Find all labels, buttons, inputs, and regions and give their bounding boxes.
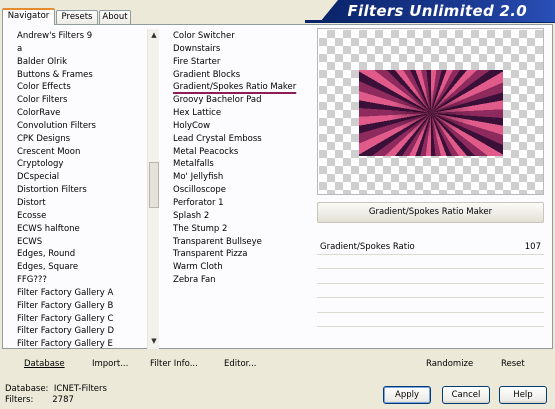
- reset-button[interactable]: Reset: [501, 359, 525, 369]
- scrollbar-thumb[interactable]: [149, 162, 159, 208]
- filter-info-button[interactable]: Filter Info...: [150, 359, 198, 369]
- list-item[interactable]: Warm Cloth: [173, 261, 308, 274]
- list-item[interactable]: ECWS: [17, 236, 145, 249]
- randomize-label: Randomize: [426, 359, 474, 369]
- parameter-value[interactable]: 107: [525, 242, 541, 252]
- list-item[interactable]: Gradient Blocks: [173, 69, 308, 82]
- parameter-label: Gradient/Spokes Ratio: [320, 242, 415, 252]
- import-label: Import...: [92, 359, 129, 369]
- scroll-up-arrow-icon[interactable]: ▲: [148, 29, 160, 41]
- scroll-down-arrow-icon[interactable]: ▼: [148, 335, 160, 347]
- parameter-row-empty: [317, 284, 544, 298]
- category-list[interactable]: Andrew's Filters 9 a Balder Olrik Button…: [17, 30, 145, 348]
- list-item-selected[interactable]: Filter Factory Gallery E: [17, 338, 145, 348]
- list-item[interactable]: Distortion Filters: [17, 184, 145, 197]
- parameter-list: Gradient/Spokes Ratio 107: [317, 240, 544, 340]
- list-item[interactable]: Metal Peacocks: [173, 146, 308, 159]
- database-button[interactable]: Database: [24, 359, 65, 369]
- list-item[interactable]: Andrew's Filters 9: [17, 30, 145, 43]
- tab-about[interactable]: About: [99, 10, 131, 24]
- list-item[interactable]: Edges, Round: [17, 248, 145, 261]
- list-item[interactable]: Oscilloscope: [173, 184, 308, 197]
- filters-count-value: 2787: [52, 395, 74, 405]
- list-item[interactable]: Balder Olrik: [17, 56, 145, 69]
- list-item[interactable]: Crescent Moon: [17, 146, 145, 159]
- help-button[interactable]: Help: [499, 386, 547, 404]
- tab-navigator[interactable]: Navigator: [2, 8, 55, 25]
- filter-info-label: Filter Info...: [150, 359, 198, 369]
- apply-button[interactable]: Apply: [383, 386, 431, 404]
- parameter-row-empty: [317, 313, 544, 327]
- app-title-banner: Filters Unlimited 2.0: [320, 0, 555, 22]
- database-info-label: Database:: [5, 384, 49, 394]
- list-item-selected[interactable]: Gradient/Spokes Ratio Maker: [173, 81, 308, 94]
- list-item[interactable]: Filter Factory Gallery C: [17, 313, 145, 326]
- list-item[interactable]: Distort: [17, 197, 145, 210]
- list-item[interactable]: HolyCow: [173, 120, 308, 133]
- list-item[interactable]: Filter Factory Gallery B: [17, 300, 145, 313]
- list-item[interactable]: Transparent Bullseye: [173, 236, 308, 249]
- list-item[interactable]: Buttons & Frames: [17, 69, 145, 82]
- list-item[interactable]: Splash 2: [173, 210, 308, 223]
- list-item[interactable]: Zebra Fan: [173, 274, 308, 287]
- list-item[interactable]: Ecosse: [17, 210, 145, 223]
- list-item[interactable]: Color Switcher: [173, 30, 308, 43]
- database-label: Database: [24, 359, 65, 369]
- list-item[interactable]: Filter Factory Gallery A: [17, 287, 145, 300]
- randomize-button[interactable]: Randomize: [426, 359, 473, 369]
- reset-label: Reset: [501, 359, 525, 369]
- list-item[interactable]: Fire Starter: [173, 56, 308, 69]
- category-scrollbar[interactable]: ▲ ▼: [147, 29, 159, 349]
- list-item[interactable]: Mo' Jellyfish: [173, 171, 308, 184]
- list-item[interactable]: FFG???: [17, 274, 145, 287]
- list-item[interactable]: Convolution Filters: [17, 120, 145, 133]
- list-item[interactable]: Groovy Bachelor Pad: [173, 94, 308, 107]
- list-item[interactable]: Color Filters: [17, 94, 145, 107]
- editor-label: Editor...: [224, 359, 257, 369]
- list-item[interactable]: Color Effects: [17, 81, 145, 94]
- list-item[interactable]: Metalfalls: [173, 158, 308, 171]
- list-item[interactable]: ColorRave: [17, 107, 145, 120]
- list-item[interactable]: Filter Factory Gallery D: [17, 325, 145, 338]
- list-item[interactable]: Transparent Pizza: [173, 248, 308, 261]
- editor-button[interactable]: Editor...: [224, 359, 256, 369]
- list-item[interactable]: DCspecial: [17, 171, 145, 184]
- list-item[interactable]: Lead Crystal Emboss: [173, 133, 308, 146]
- filter-name-bar: Gradient/Spokes Ratio Maker: [317, 202, 544, 223]
- database-info-value: ICNET-Filters: [53, 384, 107, 394]
- import-button[interactable]: Import...: [92, 359, 128, 369]
- list-item[interactable]: Edges, Square: [17, 261, 145, 274]
- list-item[interactable]: CPK Designs: [17, 133, 145, 146]
- preview-image: [359, 70, 503, 156]
- list-item[interactable]: a: [17, 43, 145, 56]
- filter-list[interactable]: Color Switcher Downstairs Fire Starter G…: [173, 30, 308, 287]
- parameter-row-empty: [317, 269, 544, 284]
- list-item[interactable]: Hex Lattice: [173, 107, 308, 120]
- transparency-checkerboard: [319, 30, 543, 194]
- parameter-row-empty: [317, 255, 544, 269]
- list-item[interactable]: ECWS halftone: [17, 223, 145, 236]
- list-item[interactable]: Downstairs: [173, 43, 308, 56]
- parameter-row-empty: [317, 298, 544, 313]
- filters-count-label: Filters:: [5, 395, 34, 405]
- database-info: Database: ICNET-Filters Filters: 2787: [5, 384, 107, 406]
- list-item[interactable]: Cryptology: [17, 158, 145, 171]
- parameter-row[interactable]: Gradient/Spokes Ratio 107: [317, 240, 544, 255]
- cancel-button[interactable]: Cancel: [442, 386, 490, 404]
- tab-presets[interactable]: Presets: [56, 10, 98, 24]
- list-item[interactable]: Perforator 1: [173, 197, 308, 210]
- preview-pane: [317, 28, 544, 195]
- list-item[interactable]: The Stump 2: [173, 223, 308, 236]
